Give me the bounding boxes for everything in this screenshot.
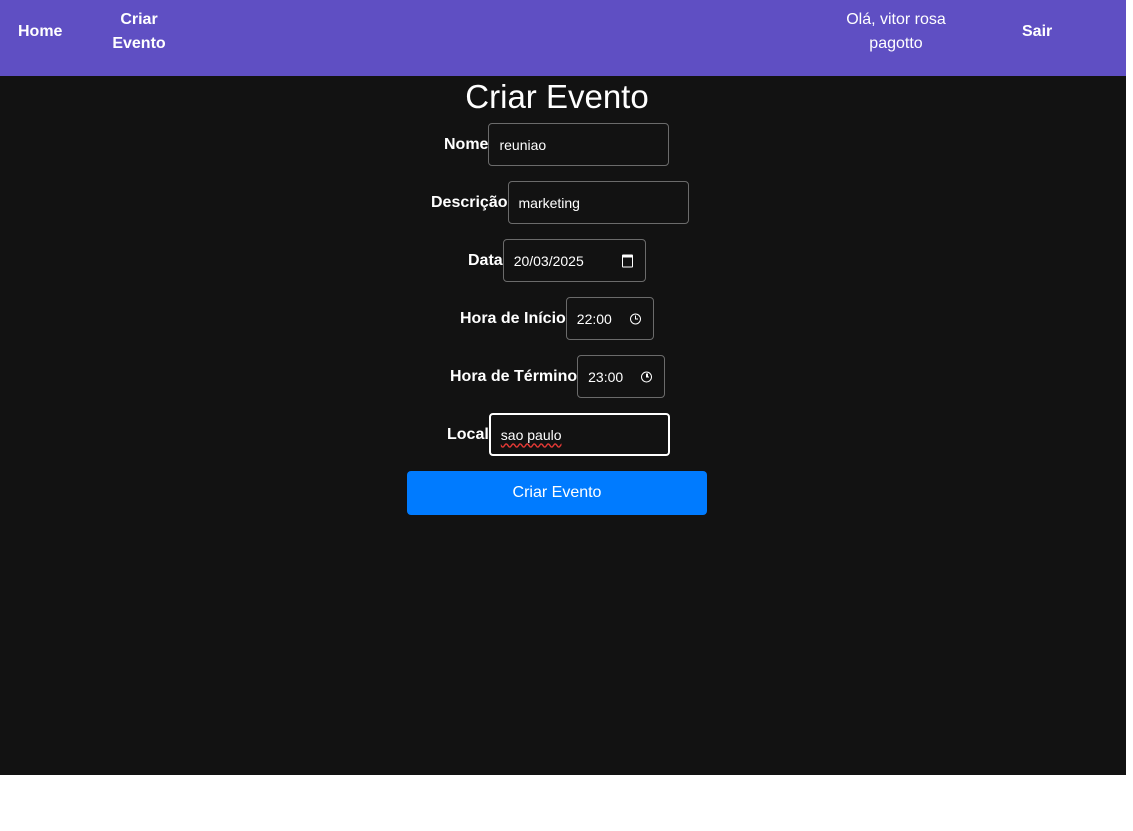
nome-label: Nome (444, 135, 489, 153)
local-input[interactable]: sao paulo (488, 413, 670, 456)
hora-inicio-label: Hora de Início (460, 309, 566, 327)
local-row: Local sao paulo (447, 413, 670, 456)
hora-termino-row: Hora de Término 23:00 (450, 355, 666, 398)
hora-termino-input[interactable]: 23:00 (577, 355, 666, 398)
calendar-icon[interactable] (621, 254, 633, 267)
clock-icon[interactable] (629, 313, 641, 324)
main-content: Criar Evento Nome Descrição Data 20/03/2… (0, 76, 1126, 775)
logout-link[interactable]: Sair (1022, 20, 1052, 44)
criar-evento-button[interactable]: Criar Evento (407, 471, 707, 515)
date-value: 20/03/2025 (513, 252, 584, 269)
hora-inicio-input[interactable]: 22:00 (565, 297, 654, 340)
hora-termino-value: 23:00 (588, 368, 624, 385)
local-label: Local (447, 425, 489, 443)
data-label: Data (468, 251, 503, 269)
hora-termino-label: Hora de Término (450, 367, 578, 385)
descricao-label: Descrição (431, 193, 508, 211)
nome-row: Nome (444, 123, 670, 166)
clock-icon[interactable] (641, 371, 653, 382)
nome-input[interactable] (488, 123, 670, 166)
nav-home-link[interactable]: Home (18, 20, 62, 44)
data-row: Data 20/03/2025 (468, 239, 646, 282)
user-greeting: Olá, vitor rosa pagotto (846, 11, 946, 52)
descricao-input[interactable] (507, 181, 689, 224)
descricao-row: Descrição (431, 181, 689, 224)
navbar: Home Criar Evento Olá, vitor rosa pagott… (0, 0, 1126, 76)
nav-criar-evento-link[interactable]: Criar Evento (110, 8, 168, 56)
hora-inicio-value: 22:00 (576, 310, 612, 327)
local-value: sao paulo (500, 426, 562, 443)
hora-inicio-row: Hora de Início 22:00 (460, 297, 654, 340)
date-input[interactable]: 20/03/2025 (502, 239, 646, 282)
page-title: Criar Evento (465, 78, 649, 115)
